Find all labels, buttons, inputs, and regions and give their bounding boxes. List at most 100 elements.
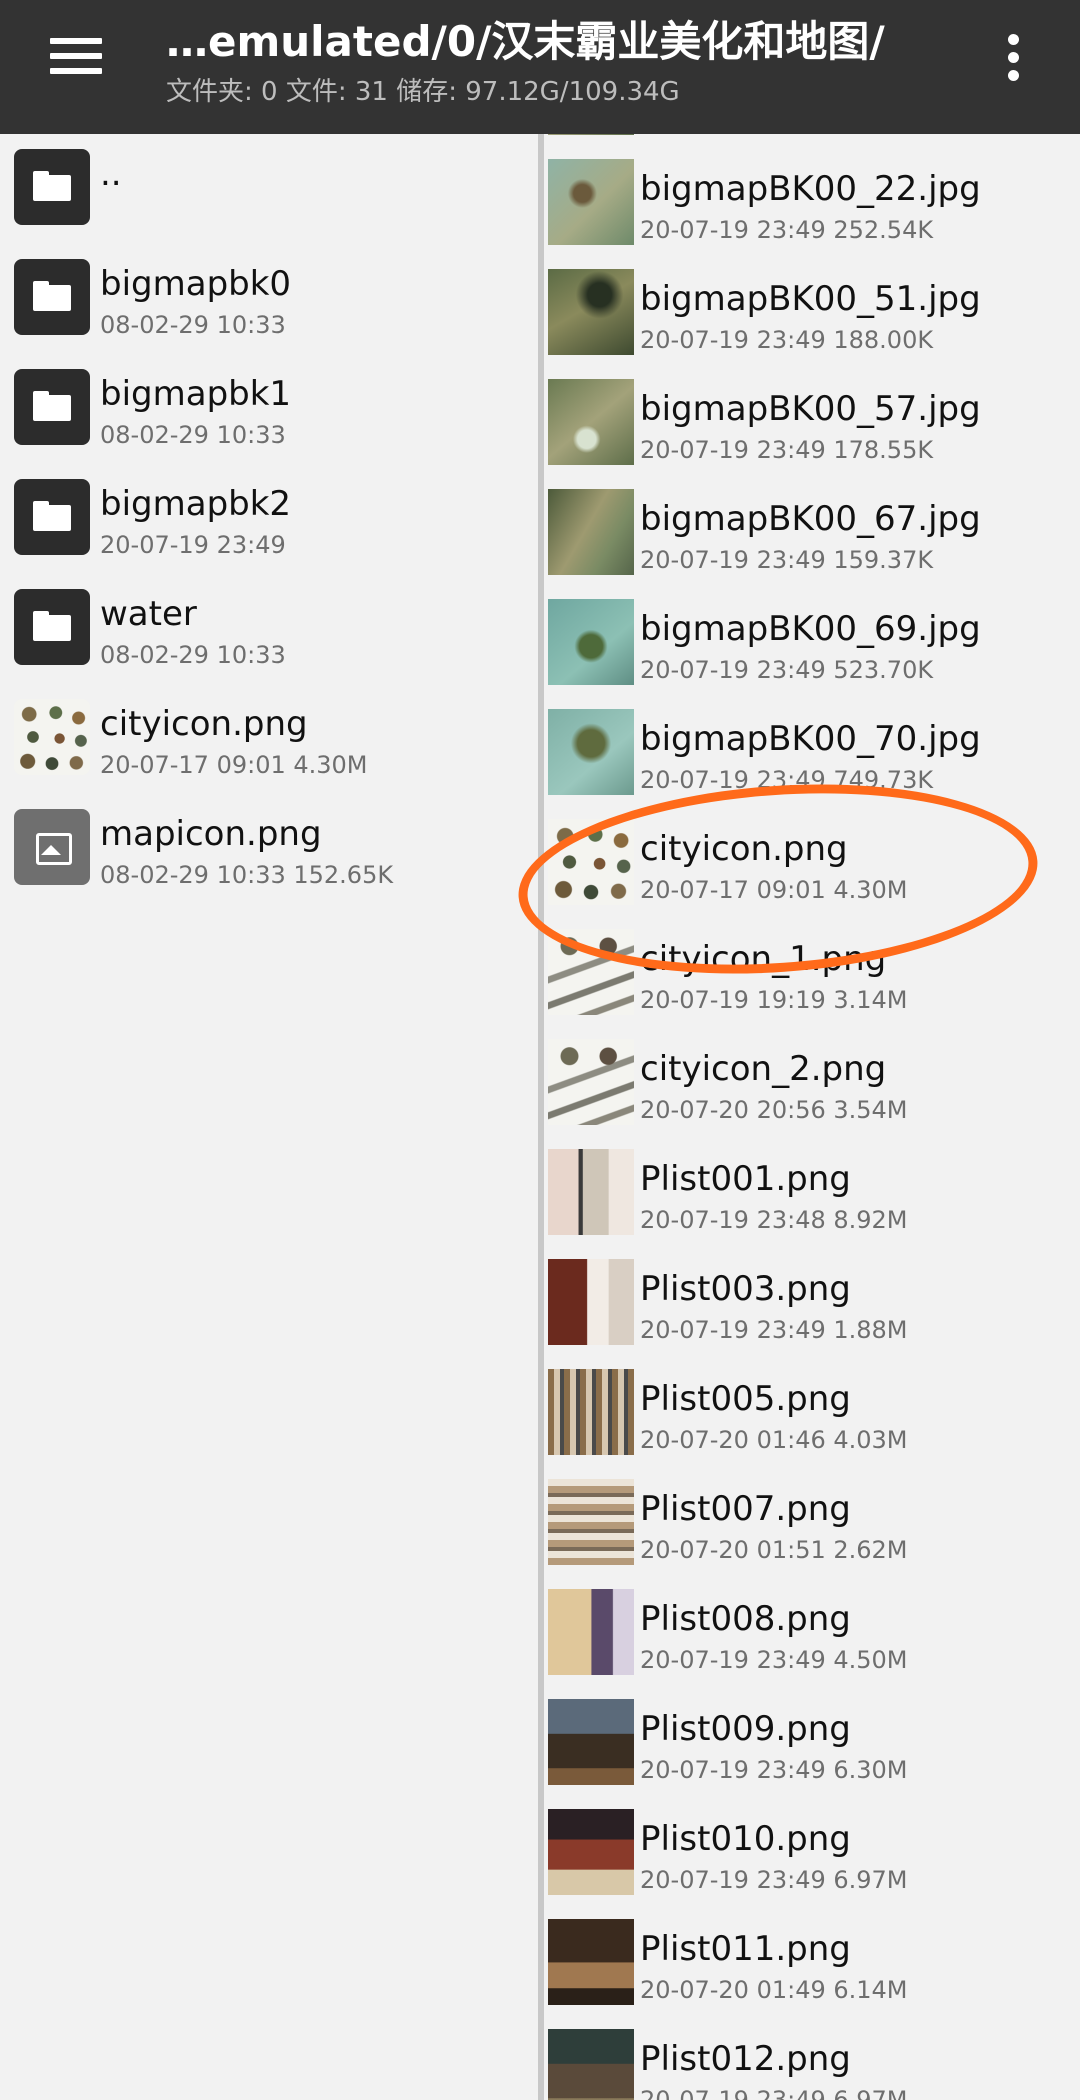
top-app-bar: …emulated/0/汉末霸业美化和地图/ 文件夹: 0 文件: 31 储存:… — [0, 0, 1080, 134]
image-thumbnail — [548, 709, 634, 795]
folder-icon — [14, 479, 90, 555]
item-name: bigmapbk2 — [100, 484, 292, 524]
image-thumbnail — [548, 379, 634, 465]
list-item-file[interactable]: Plist010.png 20-07-19 23:49 6.97M — [544, 1799, 1080, 1909]
image-thumbnail — [548, 1039, 634, 1125]
item-name: Plist009.png — [640, 1709, 851, 1749]
folder-icon — [14, 369, 90, 445]
item-meta: 20-07-17 09:01 4.30M — [100, 751, 368, 779]
list-item-parent-folder[interactable]: .. — [0, 134, 538, 244]
item-name: bigmapbk0 — [100, 264, 292, 304]
item-name: bigmapBK00_51.jpg — [640, 279, 981, 319]
storage-stats: 文件夹: 0 文件: 31 储存: 97.12G/109.34G — [166, 77, 680, 107]
list-item-file[interactable]: bigmapBK00_67.jpg 20-07-19 23:49 159.37K — [544, 479, 1080, 589]
image-thumbnail — [548, 269, 634, 355]
folder-icon — [14, 259, 90, 335]
list-item-file[interactable]: Plist008.png 20-07-19 23:49 4.50M — [544, 1579, 1080, 1689]
item-meta: 08-02-29 10:33 152.65K — [100, 861, 394, 889]
item-name: bigmapBK00_70.jpg — [640, 719, 981, 759]
item-name: Plist007.png — [640, 1489, 851, 1529]
item-meta: 20-07-17 09:01 4.30M — [640, 876, 908, 904]
more-options-icon[interactable] — [996, 28, 1032, 88]
list-item-file[interactable]: Plist012.png 20-07-19 23:49 6.97M — [544, 2019, 1080, 2100]
item-name: bigmapBK00_67.jpg — [640, 499, 981, 539]
item-name: bigmapBK00_22.jpg — [640, 169, 981, 209]
current-path-title: …emulated/0/汉末霸业美化和地图/ — [166, 17, 885, 66]
left-file-pane[interactable]: .. bigmapbk0 08-02-29 10:33 bigmapbk1 08… — [0, 134, 538, 2100]
item-name: bigmapBK00_69.jpg — [640, 609, 981, 649]
item-name: Plist010.png — [640, 1819, 851, 1859]
list-item-file[interactable]: bigmapBK00_57.jpg 20-07-19 23:49 178.55K — [544, 369, 1080, 479]
image-thumbnail — [548, 489, 634, 575]
image-thumbnail — [548, 159, 634, 245]
list-item-file[interactable]: cityicon_1.png 20-07-19 19:19 3.14M — [544, 919, 1080, 1029]
list-item-folder[interactable]: water 08-02-29 10:33 — [0, 574, 538, 684]
folder-icon — [14, 589, 90, 665]
item-meta: 20-07-20 01:46 4.03M — [640, 1426, 908, 1454]
list-item-folder[interactable]: bigmapbk0 08-02-29 10:33 — [0, 244, 538, 354]
item-name: bigmapbk1 — [100, 374, 292, 414]
right-file-pane[interactable]: bigmapBK00_22.jpg 20-07-19 23:49 252.54K… — [544, 134, 1080, 2100]
item-name: Plist003.png — [640, 1269, 851, 1309]
item-meta: 20-07-19 23:49 — [100, 531, 286, 559]
item-meta: 20-07-19 23:49 252.54K — [640, 216, 934, 244]
item-name: cityicon.png — [640, 829, 848, 869]
image-file-icon — [14, 809, 90, 885]
image-thumbnail — [548, 2029, 634, 2100]
item-meta: 20-07-19 19:19 3.14M — [640, 986, 908, 1014]
image-thumbnail — [14, 699, 90, 775]
item-name: Plist001.png — [640, 1159, 851, 1199]
list-item-file[interactable]: Plist001.png 20-07-19 23:48 8.92M — [544, 1139, 1080, 1249]
item-meta: 08-02-29 10:33 — [100, 311, 286, 339]
image-thumbnail — [548, 1479, 634, 1565]
item-name: cityicon.png — [100, 704, 308, 744]
item-name: Plist008.png — [640, 1599, 851, 1639]
item-name: Plist012.png — [640, 2039, 851, 2079]
list-item-file[interactable]: Plist003.png 20-07-19 23:49 1.88M — [544, 1249, 1080, 1359]
list-item-file[interactable]: Plist005.png 20-07-20 01:46 4.03M — [544, 1359, 1080, 1469]
item-meta: 20-07-19 23:49 188.00K — [640, 326, 934, 354]
list-item-file[interactable]: mapicon.png 08-02-29 10:33 152.65K — [0, 794, 538, 904]
item-meta: 20-07-19 23:49 178.55K — [640, 436, 934, 464]
image-thumbnail — [548, 819, 634, 905]
item-meta: 08-02-29 10:33 — [100, 641, 286, 669]
list-item-file-partial[interactable] — [544, 134, 1080, 149]
item-meta: 20-07-19 23:49 749.73K — [640, 766, 934, 794]
list-item-file[interactable]: Plist009.png 20-07-19 23:49 6.30M — [544, 1689, 1080, 1799]
item-name: Plist005.png — [640, 1379, 851, 1419]
image-thumbnail — [548, 1369, 634, 1455]
image-thumbnail — [548, 599, 634, 685]
list-item-file[interactable]: bigmapBK00_70.jpg 20-07-19 23:49 749.73K — [544, 699, 1080, 809]
list-item-file[interactable]: bigmapBK00_51.jpg 20-07-19 23:49 188.00K — [544, 259, 1080, 369]
list-item-file[interactable]: Plist011.png 20-07-20 01:49 6.14M — [544, 1909, 1080, 2019]
list-item-file[interactable]: bigmapBK00_22.jpg 20-07-19 23:49 252.54K — [544, 149, 1080, 259]
item-meta: 20-07-19 23:49 159.37K — [640, 546, 934, 574]
list-item-file[interactable]: cityicon_2.png 20-07-20 20:56 3.54M — [544, 1029, 1080, 1139]
item-meta: 20-07-19 23:49 4.50M — [640, 1646, 908, 1674]
item-meta: 20-07-19 23:49 6.30M — [640, 1756, 908, 1784]
image-thumbnail — [548, 1149, 634, 1235]
list-item-file[interactable]: cityicon.png 20-07-17 09:01 4.30M — [0, 684, 538, 794]
list-item-file[interactable]: bigmapBK00_69.jpg 20-07-19 23:49 523.70K — [544, 589, 1080, 699]
item-meta: 20-07-20 01:51 2.62M — [640, 1536, 908, 1564]
item-meta: 20-07-19 23:49 1.88M — [640, 1316, 908, 1344]
image-thumbnail — [548, 1699, 634, 1785]
image-thumbnail — [548, 1589, 634, 1675]
item-name: mapicon.png — [100, 814, 322, 854]
item-meta: 20-07-20 01:49 6.14M — [640, 1976, 908, 2004]
list-item-file[interactable]: Plist007.png 20-07-20 01:51 2.62M — [544, 1469, 1080, 1579]
item-name: cityicon_2.png — [640, 1049, 887, 1089]
image-thumbnail — [548, 1919, 634, 2005]
list-item-file-highlighted[interactable]: cityicon.png 20-07-17 09:01 4.30M — [544, 809, 1080, 919]
list-item-folder[interactable]: bigmapbk1 08-02-29 10:33 — [0, 354, 538, 464]
item-meta: 20-07-19 23:49 6.97M — [640, 1866, 908, 1894]
hamburger-menu-icon[interactable] — [44, 30, 110, 82]
item-name: bigmapBK00_57.jpg — [640, 389, 981, 429]
folder-icon — [14, 149, 90, 225]
list-item-folder[interactable]: bigmapbk2 20-07-19 23:49 — [0, 464, 538, 574]
item-name: Plist011.png — [640, 1929, 851, 1969]
image-thumbnail — [548, 1809, 634, 1895]
image-thumbnail — [548, 929, 634, 1015]
image-thumbnail — [548, 134, 634, 135]
item-name: water — [100, 594, 197, 634]
